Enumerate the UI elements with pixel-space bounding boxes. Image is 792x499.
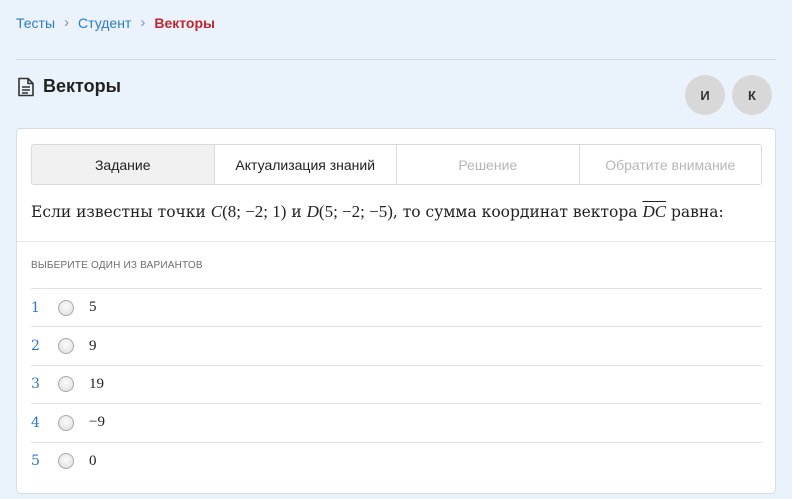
chevron-right-icon: ›	[64, 14, 70, 31]
question-text-part: Если известны точки	[31, 203, 211, 221]
answer-option[interactable]: 3 19	[31, 364, 762, 403]
breadcrumb: Тесты › Студент › Векторы	[16, 14, 215, 32]
avatar-i[interactable]: И	[685, 75, 725, 115]
answer-radio[interactable]	[58, 453, 74, 470]
document-icon	[18, 77, 34, 96]
answer-instruction: ВЫБЕРИТЕ ОДИН ИЗ ВАРИАНТОВ	[31, 260, 203, 271]
breadcrumb-student-link[interactable]: Студент	[78, 15, 131, 31]
answer-option[interactable]: 2 9	[31, 326, 762, 364]
avatar-k[interactable]: К	[732, 75, 772, 115]
header-divider	[16, 59, 776, 60]
question-divider	[17, 241, 775, 242]
page-header: Векторы	[17, 76, 121, 97]
question-text-part: , то сумма координат вектора	[392, 203, 643, 221]
answer-option[interactable]: 5 0	[31, 441, 762, 480]
tab-knowledge-review[interactable]: Актуализация знаний	[214, 145, 397, 184]
breadcrumb-tests-link[interactable]: Тесты	[16, 15, 55, 31]
answer-radio[interactable]	[58, 376, 74, 393]
tab-task[interactable]: Задание	[32, 145, 215, 184]
answer-radio[interactable]	[58, 414, 74, 431]
answer-radio[interactable]	[58, 299, 74, 316]
vector-dc: DC	[642, 202, 667, 221]
tab-note: Обратите внимание	[579, 145, 761, 184]
point-d-name: D	[306, 202, 319, 221]
answer-option[interactable]: 1 5	[31, 288, 762, 326]
answer-value: 19	[89, 375, 104, 392]
tab-solution: Решение	[397, 145, 580, 184]
answer-value: −9	[89, 414, 105, 431]
question-text-part: и	[286, 203, 307, 221]
point-d-coords: (5; −2; −5)	[318, 202, 393, 221]
answer-number: 3	[31, 376, 40, 393]
point-c-name: C	[210, 202, 223, 221]
answer-value: 9	[89, 337, 97, 354]
chevron-right-icon: ›	[140, 14, 146, 31]
answer-option[interactable]: 4 −9	[31, 403, 762, 441]
answer-list: 1 5 2 9 3 19 4 −9 5 0	[31, 288, 762, 480]
task-card: Задание Актуализация знаний Решение Обра…	[16, 128, 776, 494]
answer-radio[interactable]	[58, 338, 74, 355]
answer-value: 5	[89, 299, 97, 316]
question-text-part: равна:	[666, 203, 724, 221]
question-text: Если известны точки C(8; −2; 1) и D(5; −…	[31, 202, 724, 222]
answer-number: 5	[31, 453, 40, 470]
answer-number: 2	[31, 338, 40, 355]
answer-value: 0	[89, 452, 97, 469]
breadcrumb-current: Векторы	[154, 15, 215, 31]
answer-number: 1	[31, 299, 40, 316]
task-tabs: Задание Актуализация знаний Решение Обра…	[31, 144, 762, 185]
page-title: Векторы	[43, 76, 121, 96]
answer-number: 4	[31, 414, 40, 431]
point-c-coords: (8; −2; 1)	[222, 202, 287, 221]
